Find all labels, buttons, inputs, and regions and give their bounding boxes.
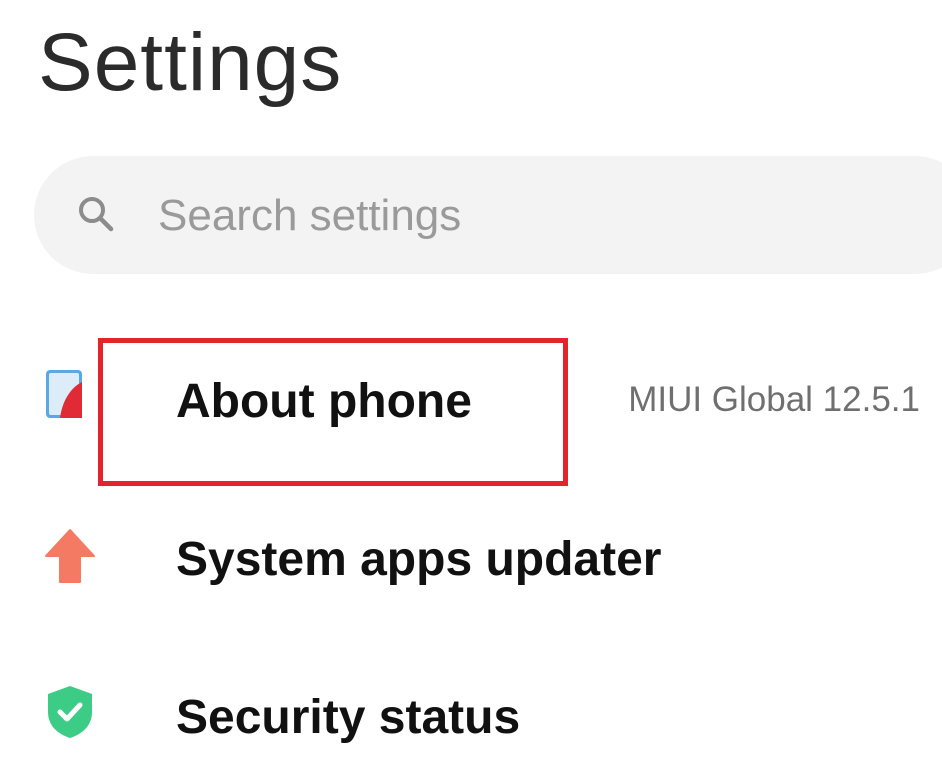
settings-item-label: Security status [176, 691, 521, 744]
settings-item-label: System apps updater [176, 533, 662, 586]
search-bar[interactable] [34, 156, 942, 274]
search-icon [79, 197, 114, 232]
settings-item-about-phone[interactable]: About phone MIUI Global 12.5.1 [0, 334, 942, 464]
miui-version-value: MIUI Global 12.5.1 [628, 380, 920, 419]
phone-info-icon [46, 370, 82, 418]
arrow-up-icon [45, 529, 95, 583]
search-input[interactable] [158, 188, 798, 244]
settings-item-label: About phone [176, 375, 472, 428]
settings-item-system-apps-updater[interactable]: System apps updater [0, 492, 942, 622]
page-title: Settings [38, 17, 343, 108]
settings-item-security-status[interactable]: Security status [0, 650, 942, 780]
shield-check-icon [48, 686, 92, 738]
